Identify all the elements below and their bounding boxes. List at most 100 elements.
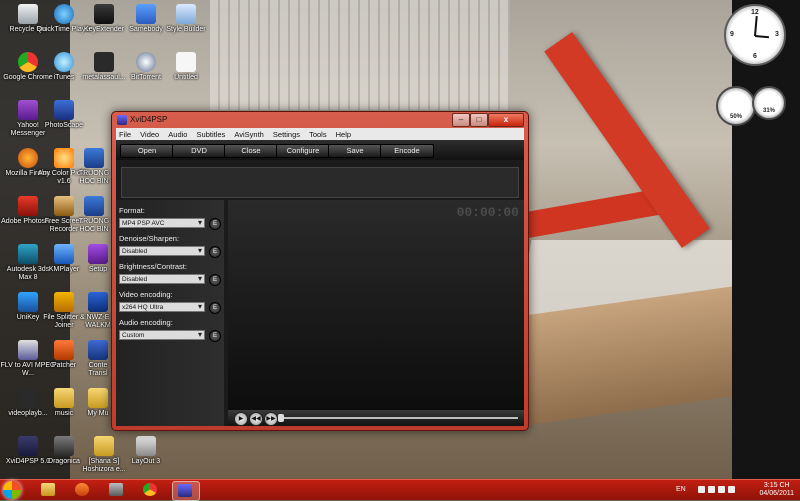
start-button[interactable] — [3, 481, 21, 499]
next-frame-button[interactable]: ▶▶ — [264, 412, 278, 426]
tray-icon[interactable] — [708, 486, 715, 493]
tray-time: 3:15 CH — [763, 482, 790, 489]
xvid4psp-icon — [178, 484, 192, 497]
title-bar[interactable]: XviD4PSP – □ x — [112, 112, 528, 128]
previous-frame-button[interactable]: ◀◀ — [249, 412, 263, 426]
player-controls: ▶ ◀◀ ▶▶ — [228, 410, 524, 426]
3dsmax-icon — [18, 244, 38, 264]
volume-icon[interactable] — [728, 486, 735, 493]
walkman-icon — [88, 292, 108, 312]
patcher-icon — [54, 340, 74, 360]
xvid4psp-window: XviD4PSP – □ x File Video Audio Subtitle… — [111, 111, 529, 431]
taskbar-explorer[interactable] — [36, 481, 62, 499]
kmplayer-icon — [54, 244, 74, 264]
desktop-icon[interactable]: Untitled — [158, 52, 214, 82]
configure-button[interactable]: Configure — [276, 144, 330, 158]
audio-encoding-edit-button[interactable]: E — [209, 330, 221, 342]
firefox-icon — [18, 148, 38, 168]
brightness-label: Brightness/Contrast: — [119, 262, 187, 271]
video-encoding-select[interactable]: x264 HQ Ultra — [119, 302, 205, 312]
folder-icon — [54, 388, 74, 408]
window-title: XviD4PSP — [130, 115, 168, 124]
maximize-button[interactable]: □ — [470, 113, 488, 127]
dragonica-icon — [54, 436, 74, 456]
minimize-button[interactable]: – — [452, 113, 470, 127]
video-preview[interactable]: 00:00:00 — [228, 200, 524, 410]
settings-panel: Format: MP4 PSP AVC E Denoise/Sharpen: D… — [116, 200, 224, 426]
timecode-display: 00:00:00 — [456, 205, 519, 220]
clock-gadget[interactable]: 12 3 6 9 — [724, 4, 786, 66]
tray-icon[interactable] — [698, 486, 705, 493]
photoscape-icon — [54, 100, 74, 120]
taskbar-chrome[interactable] — [138, 481, 164, 499]
hour-hand — [754, 35, 770, 39]
dvd-button[interactable]: DVD — [172, 144, 226, 158]
seek-bar[interactable] — [282, 417, 518, 419]
tray-clock[interactable]: 3:15 CH 04/06/2011 — [759, 482, 794, 498]
taskbar-gimp[interactable] — [104, 481, 130, 499]
format-label: Format: — [119, 206, 145, 215]
format-edit-button[interactable]: E — [209, 218, 221, 230]
recycle-bin-icon — [18, 4, 38, 24]
desktop-icon[interactable]: Style Builder — [158, 4, 214, 34]
language-indicator[interactable]: EN — [676, 486, 686, 493]
open-button[interactable]: Open — [120, 144, 174, 158]
info-box — [121, 167, 519, 198]
bittorrent-icon — [136, 52, 156, 72]
cpu-meter-gadget[interactable]: 50% — [716, 86, 756, 126]
close-button[interactable]: x — [488, 113, 524, 127]
xvid4psp-icon — [18, 436, 38, 456]
forward-icon: ▶▶ — [266, 416, 276, 422]
desktop-icon[interactable]: PhotoScape — [36, 100, 92, 130]
desktop-icon[interactable]: TRUONG HOC BIN — [74, 196, 114, 234]
network-icon[interactable] — [718, 486, 725, 493]
color-picker-icon — [54, 148, 74, 168]
chrome-icon — [18, 52, 38, 72]
word-doc-icon — [84, 148, 104, 168]
unikey-icon — [18, 292, 38, 312]
xvid4psp-app-icon — [117, 115, 127, 125]
denoise-label: Denoise/Sharpen: — [119, 234, 180, 243]
brightness-select[interactable]: Disabled — [119, 274, 205, 284]
media-player-icon — [75, 483, 89, 496]
audio-encoding-select[interactable]: Custom — [119, 330, 205, 340]
keyextender-icon — [94, 4, 114, 24]
menu-bar: File Video Audio Subtitles AviSynth Sett… — [116, 128, 524, 140]
word-doc-icon — [84, 196, 104, 216]
denoise-edit-button[interactable]: E — [209, 246, 221, 258]
explorer-icon — [41, 483, 55, 496]
metal-icon — [94, 52, 114, 72]
quicktime-icon — [54, 4, 74, 24]
setup-icon — [88, 244, 108, 264]
taskbar: EN 3:15 CH 04/06/2011 — [0, 479, 800, 501]
style-builder-icon — [176, 4, 196, 24]
format-select[interactable]: MP4 PSP AVC — [119, 218, 205, 228]
context-icon — [88, 340, 108, 360]
brightness-edit-button[interactable]: E — [209, 274, 221, 286]
taskbar-xvid4psp[interactable] — [172, 481, 200, 501]
desktop-icon[interactable]: TRUONG HOC BIN — [74, 148, 114, 186]
gimp-icon — [109, 483, 123, 496]
system-tray: EN 3:15 CH 04/06/2011 — [670, 480, 800, 500]
denoise-select[interactable]: Disabled — [119, 246, 205, 256]
taskbar-media-player[interactable] — [70, 481, 96, 499]
photoshop-icon — [18, 196, 38, 216]
desktop-icon[interactable]: LayOut 3 — [118, 436, 174, 466]
tray-date: 04/06/2011 — [759, 490, 794, 497]
toolbar: Open DVD Close Configure Save Encode — [116, 140, 524, 160]
yahoo-icon — [18, 100, 38, 120]
samebody-icon — [136, 4, 156, 24]
save-button[interactable]: Save — [328, 144, 382, 158]
video-encoding-label: Video encoding: — [119, 290, 173, 299]
window-client: Open DVD Close Configure Save Encode For… — [116, 140, 524, 426]
seek-handle[interactable] — [278, 414, 284, 422]
ram-meter-gadget[interactable]: 31% — [752, 86, 786, 120]
untitled-icon — [176, 52, 196, 72]
encode-button[interactable]: Encode — [380, 144, 434, 158]
folder-icon — [88, 388, 108, 408]
video-encoding-edit-button[interactable]: E — [209, 302, 221, 314]
close-file-button[interactable]: Close — [224, 144, 278, 158]
play-button[interactable]: ▶ — [234, 412, 248, 426]
file-splitter-icon — [54, 292, 74, 312]
minute-hand — [754, 15, 758, 37]
